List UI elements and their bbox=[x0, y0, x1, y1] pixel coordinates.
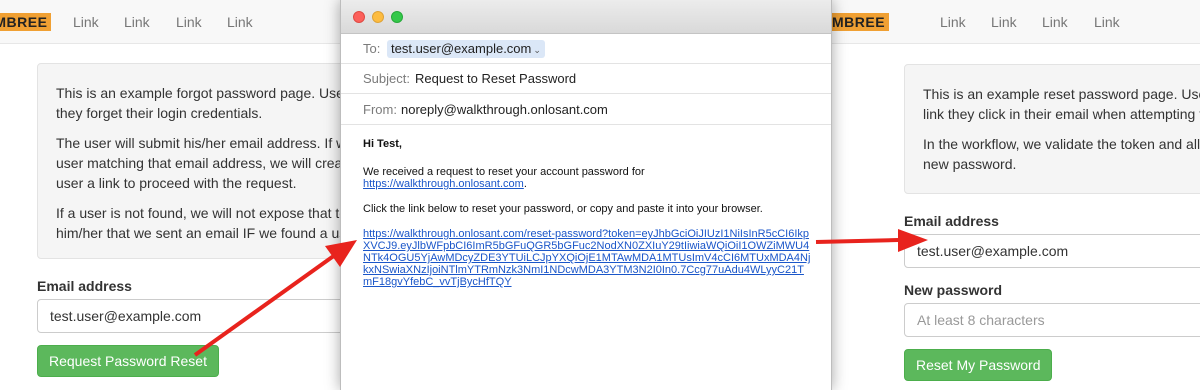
info-paragraph: This is an example forgot password page.… bbox=[56, 85, 370, 121]
close-window-icon[interactable] bbox=[353, 11, 365, 23]
email-label: Email address bbox=[37, 278, 132, 294]
info-paragraph: The user will submit his/her email addre… bbox=[56, 135, 366, 191]
navbar: MBREE Link Link Link Link bbox=[828, 0, 1200, 44]
nav-link-4[interactable]: Link bbox=[1094, 14, 1120, 30]
nav-link-1[interactable]: Link bbox=[940, 14, 966, 30]
site-link[interactable]: https://walkthrough.onlosant.com bbox=[363, 178, 524, 190]
info-well: This is an example reset password page. … bbox=[904, 64, 1200, 194]
nav-link-4[interactable]: Link bbox=[227, 14, 253, 30]
nav-link-3[interactable]: Link bbox=[176, 14, 202, 30]
new-password-input[interactable]: At least 8 characters bbox=[904, 303, 1200, 337]
reset-password-link[interactable]: https://walkthrough.onlosant.com/reset-p… bbox=[363, 228, 811, 288]
email-label: Email address bbox=[904, 213, 999, 229]
minimize-window-icon[interactable] bbox=[372, 11, 384, 23]
nav-link-1[interactable]: Link bbox=[73, 14, 99, 30]
to-row: To: test.user@example.com ⌄ bbox=[341, 34, 831, 64]
nav-link-2[interactable]: Link bbox=[124, 14, 150, 30]
email-input[interactable]: test.user@example.com bbox=[904, 234, 1200, 268]
subject-row: Subject: Request to Reset Password bbox=[341, 64, 831, 94]
info-well: This is an example forgot password page.… bbox=[37, 63, 377, 259]
info-paragraph: If a user is not found, we will not expo… bbox=[56, 205, 363, 241]
from-label: From: bbox=[363, 102, 397, 117]
brand-logo[interactable]: MBREE bbox=[828, 13, 890, 31]
email-input[interactable]: test.user@example.com bbox=[37, 299, 357, 333]
window-titlebar bbox=[341, 0, 831, 34]
from-row: From: noreply@walkthrough.onlosant.com bbox=[341, 95, 831, 125]
info-paragraph: This is an example reset password page. … bbox=[923, 86, 1200, 122]
reset-my-password-button[interactable]: Reset My Password bbox=[904, 349, 1053, 381]
request-password-reset-button[interactable]: Request Password Reset bbox=[37, 345, 219, 377]
to-label: To: bbox=[363, 41, 381, 56]
intro-paragraph: We received a request to reset your acco… bbox=[363, 166, 645, 190]
instruction-paragraph: Click the link below to reset your passw… bbox=[363, 203, 763, 215]
from-value: noreply@walkthrough.onlosant.com bbox=[401, 102, 608, 117]
subject-label: Subject: bbox=[363, 71, 410, 86]
nav-link-3[interactable]: Link bbox=[1042, 14, 1068, 30]
greeting: Hi Test, bbox=[363, 138, 402, 150]
mail-body: Hi Test, We received a request to reset … bbox=[363, 138, 813, 288]
subject-value: Request to Reset Password bbox=[415, 71, 577, 86]
nav-link-2[interactable]: Link bbox=[991, 14, 1017, 30]
mail-window: To: test.user@example.com ⌄ Subject: Requ… bbox=[340, 0, 832, 390]
info-paragraph: In the workflow, we validate the token a… bbox=[923, 136, 1200, 172]
brand-logo[interactable]: IMBREE bbox=[0, 13, 52, 31]
chevron-down-icon[interactable]: ⌄ bbox=[533, 45, 541, 55]
recipient-chip[interactable]: test.user@example.com ⌄ bbox=[387, 40, 545, 58]
new-password-label: New password bbox=[904, 282, 1003, 298]
reset-password-page: MBREE Link Link Link Link This is an exa… bbox=[828, 0, 1200, 390]
zoom-window-icon[interactable] bbox=[391, 11, 403, 23]
